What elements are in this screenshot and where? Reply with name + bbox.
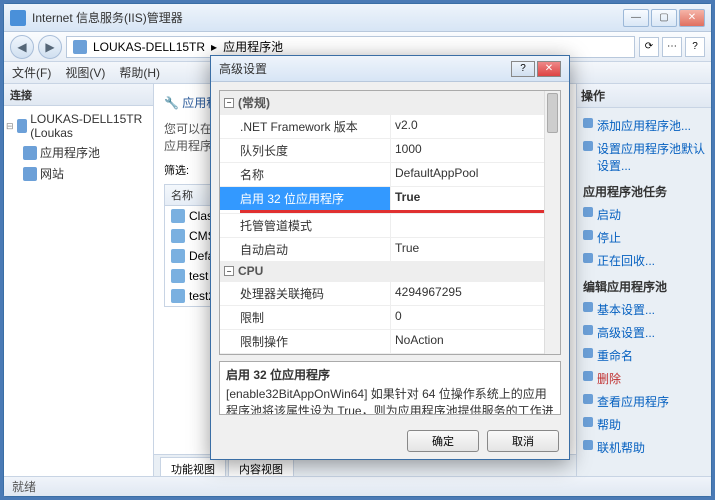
connections-header: 连接 (4, 84, 153, 106)
minimize-button[interactable]: — (623, 9, 649, 27)
maximize-button[interactable]: ▢ (651, 9, 677, 27)
breadcrumb-section: 应用程序池 (223, 38, 283, 55)
prop-autostart[interactable]: 自动启动 (220, 238, 390, 261)
pool-icon (171, 229, 185, 243)
window-title: Internet 信息服务(IIS)管理器 (32, 9, 623, 26)
property-grid[interactable]: −(常规) .NET Framework 版本v2.0 队列长度1000 名称D… (219, 90, 561, 355)
menu-view[interactable]: 视图(V) (65, 64, 105, 81)
prop-netfw[interactable]: .NET Framework 版本 (220, 115, 390, 138)
iis-icon (10, 10, 26, 26)
property-help: 启用 32 位应用程序 [enable32BitAppOnWin64] 如果针对… (219, 361, 561, 415)
action-start[interactable]: 启动 (583, 203, 705, 226)
action-basic[interactable]: 基本设置... (583, 298, 705, 321)
prop-enable32[interactable]: 启用 32 位应用程序 (220, 187, 390, 210)
prop-limitaction[interactable]: 限制操作 (220, 330, 390, 353)
close-button[interactable]: ✕ (679, 9, 705, 27)
statusbar: 就绪 (4, 476, 711, 496)
pool-icon (171, 209, 185, 223)
toolbar-help-icon[interactable]: ? (685, 37, 705, 57)
action-add-pool[interactable]: 添加应用程序池... (583, 114, 705, 137)
action-advanced[interactable]: 高级设置... (583, 321, 705, 344)
actions-group-edit: 编辑应用程序池 (583, 278, 705, 295)
tree-sites[interactable]: 网站 (6, 163, 151, 184)
dialog-close-button[interactable]: ✕ (537, 61, 561, 77)
ok-button[interactable]: 确定 (407, 430, 479, 452)
cancel-button[interactable]: 取消 (487, 430, 559, 452)
category-general[interactable]: −(常规) (220, 91, 560, 114)
prop-limit[interactable]: 限制 (220, 306, 390, 329)
actions-group-tasks: 应用程序池任务 (583, 183, 705, 200)
toolbar-icon-1[interactable]: ⟳ (639, 37, 659, 57)
dialog-titlebar[interactable]: 高级设置 ? ✕ (211, 56, 569, 82)
back-button[interactable]: ◀ (10, 35, 34, 59)
pool-icon (171, 269, 185, 283)
pool-icon (171, 249, 185, 263)
action-online-help[interactable]: 联机帮助 (583, 436, 705, 459)
action-recycle[interactable]: 正在回收... (583, 249, 705, 272)
apppool-icon (23, 146, 37, 160)
menu-file[interactable]: 文件(F) (12, 64, 51, 81)
scrollbar-thumb[interactable] (547, 93, 558, 133)
tree-root[interactable]: ⊟ LOUKAS-DELL15TR (Loukas (6, 110, 151, 142)
dialog-help-button[interactable]: ? (511, 61, 535, 77)
action-delete[interactable]: 删除 (583, 367, 705, 390)
help-title: 启用 32 位应用程序 (226, 366, 554, 383)
prop-name[interactable]: 名称 (220, 163, 390, 186)
action-help[interactable]: 帮助 (583, 413, 705, 436)
advanced-settings-dialog: 高级设置 ? ✕ −(常规) .NET Framework 版本v2.0 队列长… (210, 55, 570, 460)
prop-limitinterval[interactable]: 限制间隔(分钟) (220, 354, 390, 355)
collapse-icon[interactable]: − (224, 266, 234, 276)
prop-enable32-row[interactable]: 启用 32 位应用程序True▾ (220, 186, 560, 210)
action-rename[interactable]: 重命名 (583, 344, 705, 367)
status-text: 就绪 (12, 478, 36, 495)
prop-affinity[interactable]: 处理器关联掩码 (220, 282, 390, 305)
tree-apppools[interactable]: 应用程序池 (6, 142, 151, 163)
toolbar-icon-2[interactable]: ⋯ (662, 37, 682, 57)
collapse-icon[interactable]: − (224, 98, 234, 108)
connections-sidebar: 连接 ⊟ LOUKAS-DELL15TR (Loukas 应用程序池 网站 (4, 84, 154, 476)
actions-panel: 操作 添加应用程序池... 设置应用程序池默认设置... 应用程序池任务 启动 … (576, 84, 711, 476)
breadcrumb-sep: ▸ (211, 40, 217, 54)
breadcrumb-host: LOUKAS-DELL15TR (93, 40, 205, 54)
menu-help[interactable]: 帮助(H) (119, 64, 160, 81)
action-stop[interactable]: 停止 (583, 226, 705, 249)
action-set-defaults[interactable]: 设置应用程序池默认设置... (583, 137, 705, 177)
scrollbar[interactable] (544, 91, 560, 354)
action-view-apps[interactable]: 查看应用程序 (583, 390, 705, 413)
actions-header: 操作 (577, 84, 711, 108)
dialog-title: 高级设置 (219, 60, 511, 77)
forward-button[interactable]: ▶ (38, 35, 62, 59)
prop-pipeline[interactable]: 托管管道模式 (220, 214, 390, 237)
prop-queue[interactable]: 队列长度 (220, 139, 390, 162)
sites-icon (23, 167, 37, 181)
server-icon (17, 119, 28, 133)
expand-icon[interactable]: ⊟ (6, 121, 14, 132)
connections-tree: ⊟ LOUKAS-DELL15TR (Loukas 应用程序池 网站 (4, 106, 153, 188)
pool-icon (171, 289, 185, 303)
help-body: [enable32BitAppOnWin64] 如果针对 64 位操作系统上的应… (226, 387, 554, 415)
titlebar[interactable]: Internet 信息服务(IIS)管理器 — ▢ ✕ (4, 4, 711, 32)
category-cpu[interactable]: −CPU (220, 261, 560, 281)
server-icon (73, 40, 87, 54)
